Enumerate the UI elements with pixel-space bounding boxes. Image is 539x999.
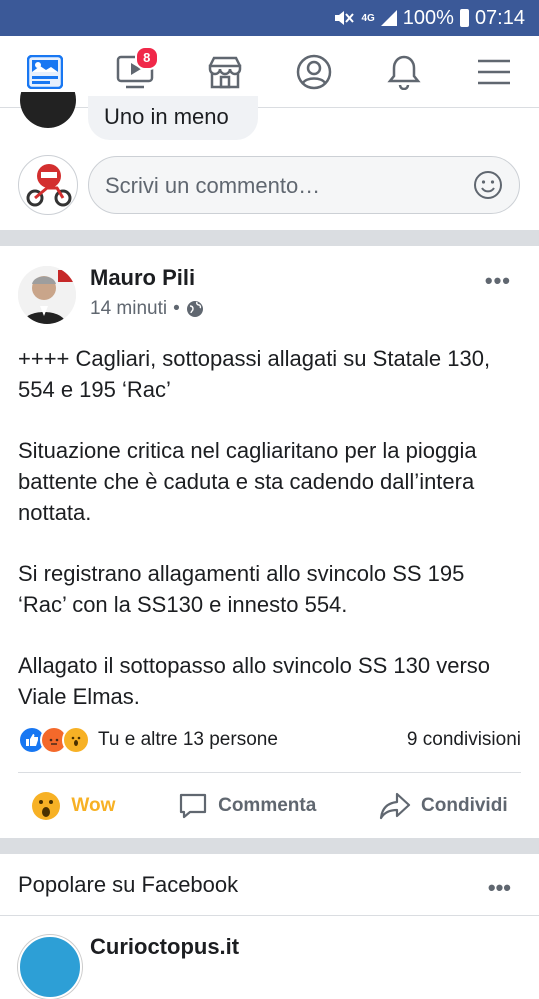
- author-avatar[interactable]: [18, 266, 76, 324]
- network-type: 4G: [361, 12, 375, 24]
- globe-icon: [186, 301, 203, 317]
- marketplace-icon: [208, 56, 241, 88]
- news-feed-icon: [26, 54, 63, 89]
- my-avatar: [18, 155, 78, 215]
- nav-video[interactable]: 8: [105, 42, 165, 102]
- signal-icon: [380, 10, 397, 26]
- feed-separator: [0, 230, 539, 246]
- battery-icon: [459, 9, 469, 27]
- nav-notifications[interactable]: [374, 42, 434, 102]
- top-nav: 8: [0, 36, 539, 108]
- emoji-icon[interactable]: [473, 170, 503, 200]
- comment-label: Commenta: [218, 795, 317, 816]
- reactions-text: Tu e altre 13 persone: [98, 729, 278, 750]
- post-paragraph: Situazione critica nel cagliaritano per …: [18, 438, 477, 525]
- comment-input[interactable]: Scrivi un commento…: [88, 156, 520, 214]
- share-icon: [379, 792, 411, 820]
- nav-marketplace[interactable]: [195, 42, 255, 102]
- post-paragraph: Allagato il sottopasso allo svincolo SS …: [18, 653, 491, 709]
- comment-icon: [180, 793, 207, 819]
- post-body: ++++ Cagliari, sottopassi allagati su St…: [18, 343, 518, 742]
- profile-icon: [297, 54, 332, 89]
- section-title: Popolare su Facebook: [18, 872, 239, 897]
- wow-reaction-icon: [62, 726, 90, 754]
- post-paragraph: ++++ Cagliari, sottopassi allagati su St…: [18, 346, 491, 402]
- commenter-avatar[interactable]: [20, 92, 76, 128]
- meta-separator: •: [173, 298, 180, 319]
- section-options-button[interactable]: •••: [488, 875, 511, 901]
- video-badge: 8: [134, 45, 159, 70]
- shares-count[interactable]: 9 condivisioni: [407, 729, 521, 751]
- comment-text: Uno in meno: [104, 104, 229, 129]
- nav-profile[interactable]: [284, 42, 344, 102]
- wow-button[interactable]: Wow: [31, 791, 115, 821]
- share-button[interactable]: Condividi: [379, 791, 508, 821]
- comment-placeholder: Scrivi un commento…: [105, 173, 321, 198]
- post-paragraph: Si registrano allagamenti allo svincolo …: [18, 561, 465, 617]
- wow-label: Wow: [71, 795, 116, 816]
- wow-icon: [32, 792, 61, 820]
- page-avatar[interactable]: [18, 935, 82, 999]
- post-meta: 14 minuti •: [90, 298, 204, 320]
- menu-icon: [478, 59, 511, 84]
- reactions-summary[interactable]: Tu e altre 13 persone: [18, 726, 278, 754]
- status-bar: 4G 100% 07:14: [0, 0, 539, 36]
- clock: 07:14: [474, 6, 525, 29]
- nav-menu[interactable]: [464, 42, 524, 102]
- mute-icon: [335, 11, 355, 25]
- post-options-button[interactable]: •••: [485, 268, 511, 294]
- post-time[interactable]: 14 minuti: [90, 298, 167, 320]
- divider: [18, 772, 521, 773]
- page-name[interactable]: Curioctopus.it: [90, 934, 239, 960]
- comment-button[interactable]: Commenta: [178, 791, 316, 821]
- post-actions: Wow Commenta Condividi: [0, 778, 539, 834]
- comment-bubble: Uno in meno: [88, 96, 258, 140]
- post-author[interactable]: Mauro Pili: [90, 265, 195, 291]
- divider: [0, 915, 539, 916]
- feed-separator: [0, 838, 539, 854]
- notifications-icon: [387, 55, 421, 90]
- share-label: Condividi: [421, 795, 508, 816]
- battery-percent: 100%: [402, 6, 454, 29]
